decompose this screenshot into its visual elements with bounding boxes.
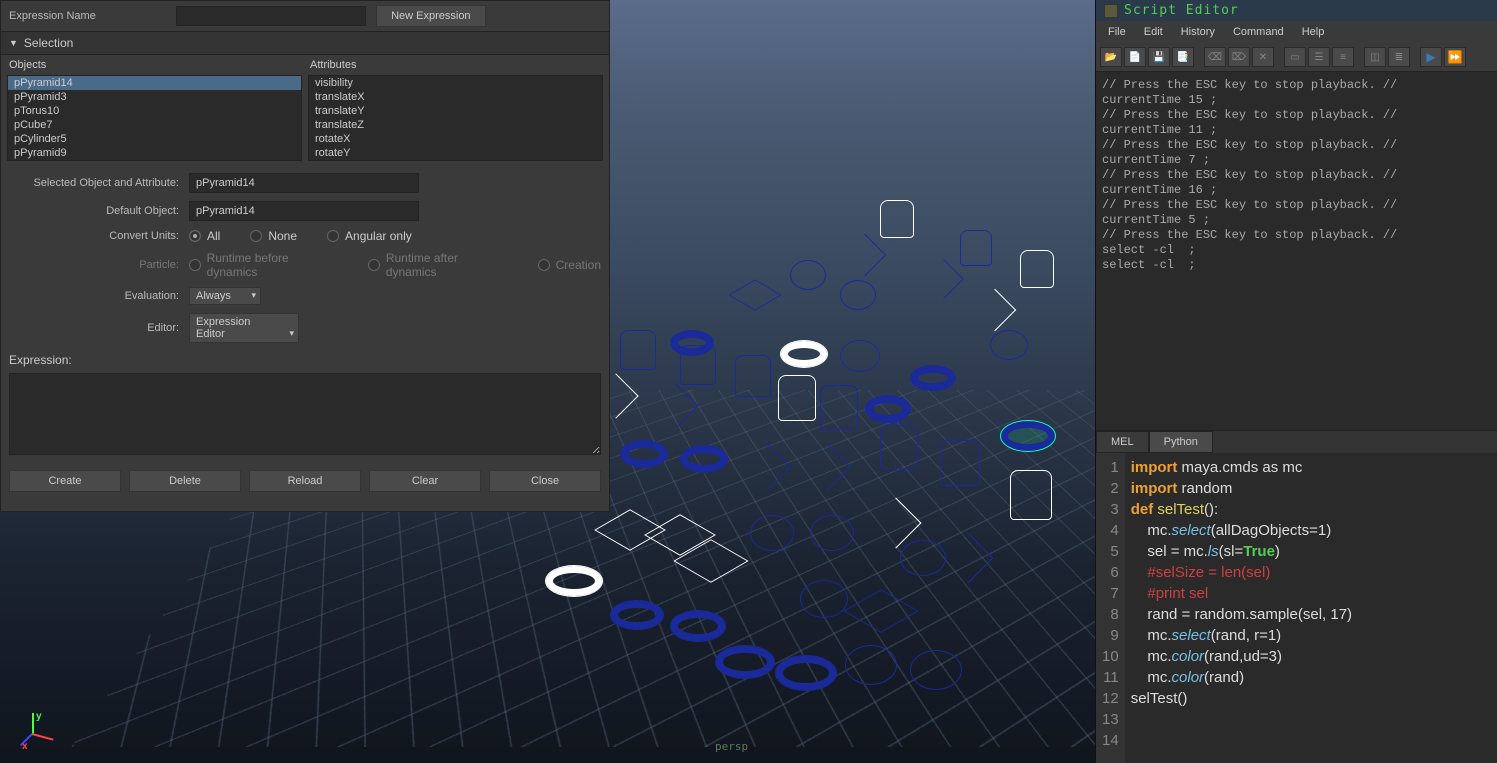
expression-name-label: Expression Name bbox=[9, 10, 176, 22]
attributes-listbox[interactable]: visibilitytranslateXtranslateYtranslateZ… bbox=[308, 75, 603, 161]
evaluation-dropdown[interactable]: Always bbox=[189, 287, 261, 305]
clear-history-icon[interactable]: ⌫ bbox=[1204, 47, 1226, 67]
radio-option: Runtime before dynamics bbox=[189, 251, 338, 279]
execute-icon[interactable]: ▶ bbox=[1420, 47, 1442, 67]
script-menubar: FileEditHistoryCommandHelp bbox=[1096, 21, 1497, 43]
line-number-gutter: 1234567891011121314 bbox=[1096, 453, 1125, 763]
menu-edit[interactable]: Edit bbox=[1136, 23, 1171, 41]
radio-icon bbox=[538, 259, 550, 271]
clear-button[interactable]: Clear bbox=[369, 470, 481, 492]
object-list-item[interactable]: pCube7 bbox=[8, 118, 301, 132]
new-expression-button[interactable]: New Expression bbox=[376, 5, 486, 27]
object-list-item[interactable]: pPyramid14 bbox=[8, 76, 301, 90]
script-editor-icon bbox=[1104, 4, 1118, 18]
particle-label: Particle: bbox=[9, 259, 189, 271]
axis-gizmo: y x bbox=[14, 713, 54, 753]
close-button[interactable]: Close bbox=[489, 470, 601, 492]
radio-icon bbox=[368, 259, 380, 271]
script-editor-panel: Script Editor FileEditHistoryCommandHelp… bbox=[1095, 0, 1497, 763]
radio-label: All bbox=[207, 229, 220, 243]
selected-obj-attr-input[interactable] bbox=[189, 173, 419, 193]
object-list-item[interactable]: pTorus10 bbox=[8, 104, 301, 118]
radio-icon bbox=[327, 230, 339, 242]
reload-button[interactable]: Reload bbox=[249, 470, 361, 492]
editor-label: Editor: bbox=[9, 322, 189, 334]
expression-name-input[interactable] bbox=[176, 6, 366, 26]
radio-icon bbox=[250, 230, 262, 242]
object-list-item[interactable]: pCylinder5 bbox=[8, 132, 301, 146]
expression-textarea[interactable] bbox=[9, 373, 601, 455]
expression-editor-panel: Expression Name New Expression ▼ Selecti… bbox=[0, 0, 610, 512]
tab-mel[interactable]: MEL bbox=[1096, 431, 1149, 453]
line-numbers-icon[interactable]: ≡ bbox=[1332, 47, 1354, 67]
expression-field-label: Expression: bbox=[1, 347, 609, 367]
save-to-shelf-icon[interactable]: 📑 bbox=[1172, 47, 1194, 67]
radio-option[interactable]: Angular only bbox=[327, 229, 412, 243]
tool-icon-2[interactable]: ≣ bbox=[1388, 47, 1410, 67]
radio-icon bbox=[189, 259, 201, 271]
default-object-label: Default Object: bbox=[9, 205, 189, 217]
menu-file[interactable]: File bbox=[1100, 23, 1134, 41]
radio-option: Runtime after dynamics bbox=[368, 251, 507, 279]
attribute-list-item[interactable]: translateZ bbox=[309, 118, 602, 132]
script-editor-titlebar: Script Editor bbox=[1096, 0, 1497, 21]
execute-all-icon[interactable]: ⏩ bbox=[1444, 47, 1466, 67]
object-list-item[interactable]: pPyramid3 bbox=[8, 90, 301, 104]
attribute-list-item[interactable]: rotateZ bbox=[309, 160, 602, 161]
history-icon[interactable]: ▭ bbox=[1284, 47, 1306, 67]
default-object-input[interactable] bbox=[189, 201, 419, 221]
radio-label: Angular only bbox=[345, 229, 412, 243]
radio-label: None bbox=[268, 229, 297, 243]
attribute-list-item[interactable]: rotateX bbox=[309, 132, 602, 146]
object-list-item[interactable]: nTorus8 bbox=[8, 160, 301, 161]
script-tabs: MELPython bbox=[1096, 430, 1497, 453]
create-button[interactable]: Create bbox=[9, 470, 121, 492]
attributes-header: Attributes bbox=[308, 55, 603, 75]
save-icon[interactable]: 💾 bbox=[1148, 47, 1170, 67]
delete-button[interactable]: Delete bbox=[129, 470, 241, 492]
objects-header: Objects bbox=[7, 55, 302, 75]
camera-label: persp bbox=[715, 740, 748, 753]
radio-label: Runtime before dynamics bbox=[207, 251, 339, 279]
editor-dropdown[interactable]: Expression Editor bbox=[189, 313, 299, 343]
menu-command[interactable]: Command bbox=[1225, 23, 1292, 41]
selection-section-label: Selection bbox=[24, 36, 73, 50]
radio-icon bbox=[189, 230, 201, 242]
tool-icon-1[interactable]: ◫ bbox=[1364, 47, 1386, 67]
attribute-list-item[interactable]: visibility bbox=[309, 76, 602, 90]
source-icon[interactable]: 📄 bbox=[1124, 47, 1146, 67]
script-input-pane[interactable]: 1234567891011121314 import maya.cmds as … bbox=[1096, 453, 1497, 763]
object-list-item[interactable]: pPyramid9 bbox=[8, 146, 301, 160]
batch-icon[interactable]: ☰ bbox=[1308, 47, 1330, 67]
radio-option[interactable]: All bbox=[189, 229, 220, 243]
attribute-list-item[interactable]: translateY bbox=[309, 104, 602, 118]
script-output-pane[interactable]: // Press the ESC key to stop playback. /… bbox=[1096, 72, 1497, 430]
menu-history[interactable]: History bbox=[1173, 23, 1223, 41]
radio-option[interactable]: None bbox=[250, 229, 297, 243]
radio-label: Runtime after dynamics bbox=[386, 251, 508, 279]
script-editor-title: Script Editor bbox=[1124, 3, 1239, 18]
menu-help[interactable]: Help bbox=[1294, 23, 1333, 41]
code-body[interactable]: import maya.cmds as mcimport randomdef s… bbox=[1125, 453, 1358, 763]
evaluation-label: Evaluation: bbox=[9, 290, 189, 302]
open-icon[interactable]: 📂 bbox=[1100, 47, 1122, 67]
convert-units-label: Convert Units: bbox=[9, 230, 189, 242]
attribute-list-item[interactable]: translateX bbox=[309, 90, 602, 104]
disclosure-triangle-icon: ▼ bbox=[9, 38, 18, 48]
clear-input-icon[interactable]: ⌦ bbox=[1228, 47, 1250, 67]
clear-all-icon[interactable]: ✕ bbox=[1252, 47, 1274, 67]
selection-section-header[interactable]: ▼ Selection bbox=[1, 31, 609, 55]
attribute-list-item[interactable]: rotateY bbox=[309, 146, 602, 160]
radio-option: Creation bbox=[538, 258, 601, 272]
selected-obj-attr-label: Selected Object and Attribute: bbox=[9, 177, 189, 189]
radio-label: Creation bbox=[556, 258, 601, 272]
objects-listbox[interactable]: pPyramid14pPyramid3pTorus10pCube7pCylind… bbox=[7, 75, 302, 161]
script-toolbar: 📂 📄 💾 📑 ⌫ ⌦ ✕ ▭ ☰ ≡ ◫ ≣ ▶ ⏩ bbox=[1096, 43, 1497, 72]
tab-python[interactable]: Python bbox=[1149, 431, 1213, 453]
